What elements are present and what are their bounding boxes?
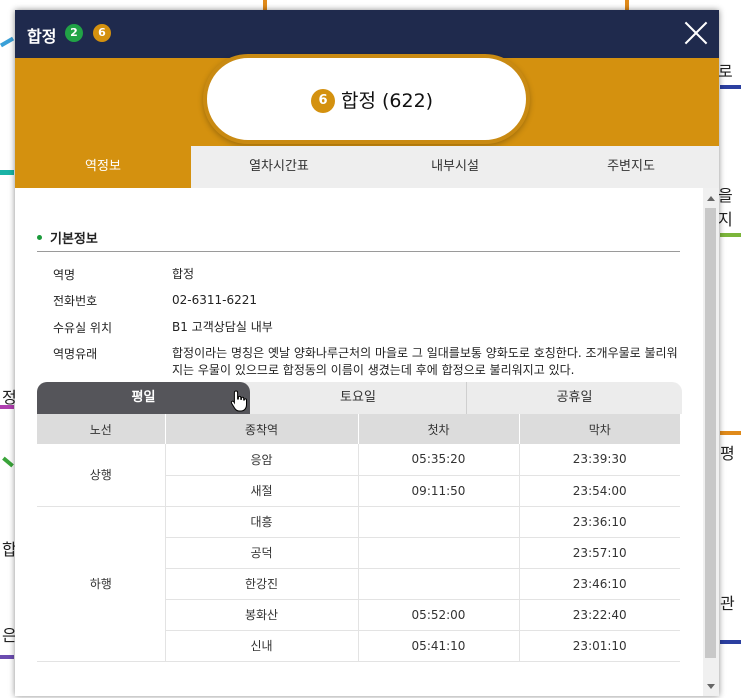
map-line [720, 640, 741, 644]
direction-cell: 상행 [37, 444, 165, 507]
tab-weekday[interactable]: 평일 [37, 382, 250, 414]
info-label-phone: 전화번호 [53, 294, 98, 308]
bullet-dot-icon [37, 235, 42, 240]
first-train-cell: 05:35:20 [357, 444, 519, 476]
line-6-badge: 6 [93, 24, 111, 42]
close-icon[interactable] [683, 20, 709, 46]
tab-holiday[interactable]: 공휴일 [467, 382, 682, 414]
first-train-cell: 05:41:10 [357, 630, 519, 662]
table-row: 하행 대흥 23:36:10 [37, 506, 680, 662]
map-line [0, 170, 14, 175]
line-number-badge: 6 [311, 89, 335, 113]
info-value-name: 합정 [172, 267, 195, 281]
first-train-cell [357, 568, 519, 600]
column-header-terminal: 종착역 [164, 414, 358, 444]
first-last-train-table: 노선 종착역 첫차 막차 상행 응암 05:35:20 23:39:30 새절 … [37, 414, 680, 662]
scrollbar-thumb[interactable] [705, 208, 716, 658]
terminal-cell: 한강진 [164, 568, 358, 600]
last-train-cell: 23:22:40 [518, 599, 680, 631]
map-line [720, 233, 741, 237]
info-value-phone: 02-6311-6221 [172, 293, 258, 307]
station-title: 합정 (622) [341, 90, 434, 112]
column-header-first-train: 첫차 [357, 414, 519, 444]
map-line [0, 655, 14, 659]
terminal-cell: 신내 [164, 630, 358, 662]
map-label: 로 [718, 62, 733, 81]
first-train-cell [357, 506, 519, 538]
map-line [720, 431, 741, 435]
modal-title-bar: 합정 2 6 [15, 10, 719, 58]
first-train-cell [357, 537, 519, 569]
window-station-name: 합정 [27, 27, 57, 46]
info-value-name-origin: 합정이라는 명칭은 옛날 양화나루근처의 마을로 그 일대를보통 양화도로 호칭… [172, 346, 678, 377]
tab-facilities[interactable]: 내부시설 [367, 146, 543, 188]
last-train-cell: 23:46:10 [518, 568, 680, 600]
map-label: 평 [720, 444, 735, 463]
first-train-cell: 09:11:50 [357, 475, 519, 507]
info-label-nursing-room: 수유실 위치 [53, 321, 113, 335]
map-label: 관 [720, 594, 735, 613]
map-label: 을지 [718, 186, 733, 229]
terminal-cell: 응암 [164, 444, 358, 476]
station-info-modal: 합정 2 6 6 합정 (622) 역정보 열차시간표 내부시설 주변지도 기본… [15, 10, 719, 696]
station-title-pill: 6 합정 (622) [203, 54, 530, 144]
terminal-cell: 새절 [164, 475, 358, 507]
last-train-cell: 23:57:10 [518, 537, 680, 569]
first-train-cell: 05:52:00 [357, 599, 519, 631]
last-train-cell: 23:36:10 [518, 506, 680, 538]
station-info-content: 기본정보 역명 합정 전화번호 02-6311-6221 수유실 위치 B1 고… [15, 188, 703, 696]
basic-info-heading: 기본정보 [37, 228, 680, 252]
map-line [263, 0, 267, 10]
content-scrollbar[interactable] [703, 188, 719, 696]
terminal-cell: 대흥 [164, 506, 358, 538]
column-header-line: 노선 [37, 414, 165, 444]
hand-cursor-icon [230, 390, 247, 412]
day-type-tabs: 평일 토요일 공휴일 [37, 382, 682, 414]
info-label-name-origin: 역명유래 [53, 347, 98, 361]
tab-timetable[interactable]: 열차시간표 [191, 146, 367, 188]
main-tabs: 역정보 열차시간표 내부시설 주변지도 [15, 146, 719, 188]
info-label-name: 역명 [53, 268, 76, 282]
last-train-cell: 23:01:10 [518, 630, 680, 662]
column-header-last-train: 막차 [518, 414, 680, 444]
tab-saturday[interactable]: 토요일 [250, 382, 466, 414]
terminal-cell: 공덕 [164, 537, 358, 569]
basic-info-heading-text: 기본정보 [50, 232, 98, 247]
scroll-down-arrow-icon[interactable] [707, 684, 715, 689]
line-2-badge: 2 [65, 24, 83, 42]
tab-nearby-map[interactable]: 주변지도 [543, 146, 719, 188]
last-train-cell: 23:39:30 [518, 444, 680, 476]
tab-station-info[interactable]: 역정보 [15, 146, 191, 188]
map-line [2, 456, 14, 468]
map-line [0, 36, 15, 48]
map-line [625, 0, 629, 10]
map-line [720, 85, 741, 89]
terminal-cell: 봉화산 [164, 599, 358, 631]
scroll-up-arrow-icon[interactable] [707, 196, 715, 201]
info-value-nursing-room: B1 고객상담실 내부 [172, 320, 273, 334]
direction-cell: 하행 [37, 506, 165, 662]
last-train-cell: 23:54:00 [518, 475, 680, 507]
table-header-row: 노선 종착역 첫차 막차 [37, 414, 680, 444]
table-row: 상행 응암 05:35:20 23:39:30 [37, 444, 680, 507]
